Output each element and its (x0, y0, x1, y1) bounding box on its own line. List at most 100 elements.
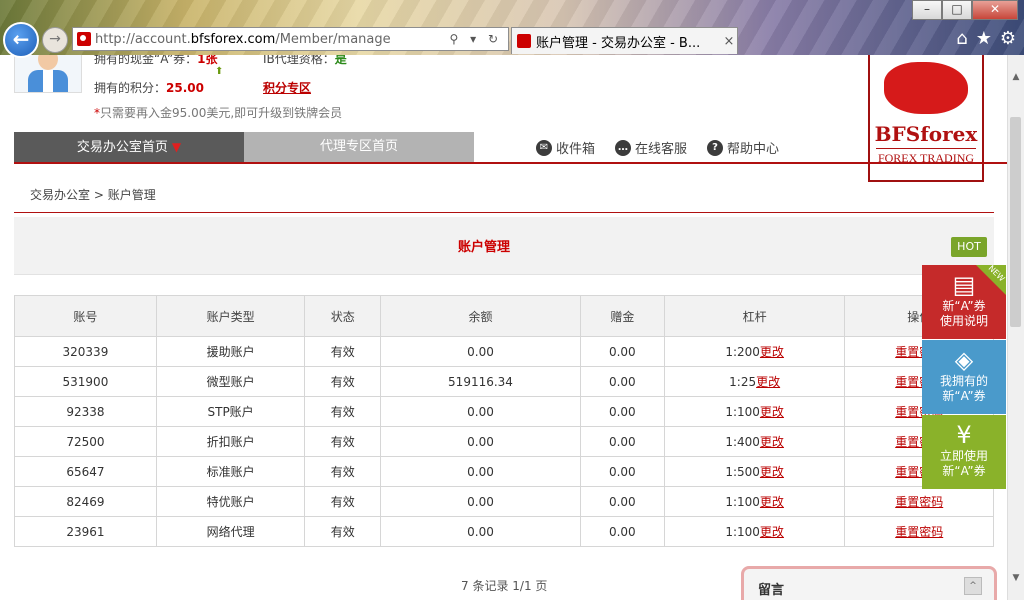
account-status: 有效 (304, 366, 382, 397)
help-link[interactable]: ? 帮助中心 (707, 138, 779, 157)
vertical-scrollbar[interactable]: ▲ ▼ (1007, 55, 1024, 600)
account-leverage: 1:100更改 (663, 486, 846, 517)
table-row: 23961 网络代理 有效 0.00 0.00 1:100更改 重置密码 (14, 516, 994, 547)
change-leverage-link[interactable]: 更改 (760, 465, 784, 479)
account-type: 网络代理 (155, 516, 306, 547)
change-leverage-link[interactable]: 更改 (760, 405, 784, 419)
maximize-button[interactable]: □ (942, 0, 972, 20)
gear-icon[interactable]: ⚙ (1000, 28, 1016, 49)
close-window-button[interactable]: ✕ (972, 0, 1018, 20)
voucher-info: 拥有的现金“A”券：1张 (94, 55, 218, 67)
chat-icon: … (615, 139, 632, 156)
account-type: 标准账户 (155, 456, 306, 487)
avatar (14, 55, 82, 93)
scrollbar-thumb[interactable] (1010, 117, 1021, 327)
use-voucher-button[interactable]: ¥ 立即使用 新“A”券 (922, 415, 1006, 489)
inbox-link[interactable]: ✉ 收件箱 (536, 138, 595, 157)
col-leverage: 杠杆 (663, 295, 846, 337)
account-number: 23961 (14, 516, 157, 547)
account-status: 有效 (304, 396, 382, 427)
account-bonus: 0.00 (579, 486, 665, 517)
hot-badge: HOT (951, 237, 987, 257)
table-row: 82469 特优账户 有效 0.00 0.00 1:100更改 重置密码 (14, 486, 994, 517)
reset-password-link[interactable]: 重置密码 (895, 495, 943, 509)
url-text[interactable]: http://account.bfsforex.com/Member/manag… (95, 32, 450, 47)
col-account: 账号 (14, 295, 157, 337)
account-leverage: 1:200更改 (663, 336, 846, 367)
account-leverage: 1:500更改 (663, 456, 846, 487)
account-type: 折扣账户 (155, 426, 306, 457)
divider (14, 212, 994, 213)
main-nav: 交易办公室首页 ▼ 代理专区首页 ✉ 收件箱 … 在线客服 ? 帮助中心 (14, 132, 1008, 164)
table-row: 72500 折扣账户 有效 0.00 0.00 1:400更改 重置密码 (14, 426, 994, 457)
account-status: 有效 (304, 336, 382, 367)
home-icon[interactable]: ⌂ (956, 28, 967, 49)
browser-tab[interactable]: 账户管理 - 交易办公室 - B... × (511, 27, 738, 54)
account-status: 有效 (304, 456, 382, 487)
nav-links: ✉ 收件箱 … 在线客服 ? 帮助中心 (536, 138, 779, 157)
page-content: 拥有的现金“A”券：1张 ⬆ IB代理资格：是 拥有的积分：25.00 积分专区… (0, 55, 1008, 600)
minimize-button[interactable]: – (912, 0, 942, 20)
account-type: 特优账户 (155, 486, 306, 517)
window-controls: – □ ✕ (912, 0, 1018, 20)
accounts-table: 账号 账户类型 状态 余额 赠金 杠杆 操作 320339 援助账户 有效 0.… (14, 295, 994, 547)
account-balance: 0.00 (380, 486, 581, 517)
message-box[interactable]: 留言 ^ (741, 566, 997, 600)
bull-logo-icon (884, 62, 968, 114)
account-number: 65647 (14, 456, 157, 487)
change-leverage-link[interactable]: 更改 (760, 495, 784, 509)
message-box-label: 留言 (758, 583, 785, 598)
voucher-guide-button[interactable]: NEW ▤ 新“A”券 使用说明 (922, 264, 1006, 339)
star-icon[interactable]: ★ (976, 28, 992, 49)
account-leverage: 1:400更改 (663, 426, 846, 457)
my-vouchers-button[interactable]: ◈ 我拥有的 新“A”券 (922, 340, 1006, 414)
account-type: STP账户 (155, 396, 306, 427)
tag-icon: ◈ (954, 346, 974, 374)
account-bonus: 0.00 (579, 426, 665, 457)
close-tab-button[interactable]: × (721, 34, 737, 49)
reset-password-link[interactable]: 重置密码 (895, 525, 943, 539)
browser-toolbar-icons: ⌂ ★ ⚙ (956, 28, 1016, 49)
new-badge: NEW (976, 264, 1006, 295)
account-balance: 519116.34 (380, 366, 581, 397)
account-number: 531900 (14, 366, 157, 397)
address-bar[interactable]: http://account.bfsforex.com/Member/manag… (72, 27, 509, 51)
table-header-row: 账号 账户类型 状态 余额 赠金 杠杆 操作 (14, 295, 994, 337)
account-number: 92338 (14, 396, 157, 427)
table-row: 531900 微型账户 有效 519116.34 0.00 1:25更改 重置密… (14, 366, 994, 397)
tab-favicon-icon (517, 34, 531, 48)
change-leverage-link[interactable]: 更改 (760, 345, 784, 359)
account-type: 微型账户 (155, 366, 306, 397)
scroll-down-icon[interactable]: ▼ (1008, 570, 1024, 586)
ib-info: IB代理资格：是 (263, 55, 347, 66)
address-tools[interactable]: ⚲ ▾ ↻ (450, 32, 509, 46)
account-action: 重置密码 (844, 486, 994, 517)
account-status: 有效 (304, 426, 382, 457)
pagination-info: 7 条记录 1/1 页 (461, 579, 548, 593)
support-link[interactable]: … 在线客服 (615, 138, 687, 157)
account-leverage: 1:100更改 (663, 396, 846, 427)
title-panel: 账户管理 (14, 217, 994, 275)
collapse-button[interactable]: ^ (964, 577, 982, 595)
col-balance: 余额 (380, 295, 581, 337)
points-zone-link[interactable]: 积分专区 (263, 79, 311, 96)
arrow-right-icon: → (49, 31, 61, 47)
col-status: 状态 (304, 295, 382, 337)
yen-coin-icon: ¥ (956, 421, 972, 449)
col-type: 账户类型 (155, 295, 306, 337)
breadcrumb-root[interactable]: 交易办公室 (30, 188, 90, 202)
change-leverage-link[interactable]: 更改 (760, 435, 784, 449)
account-balance: 0.00 (380, 426, 581, 457)
forward-button[interactable]: → (42, 27, 68, 53)
account-bonus: 0.00 (579, 456, 665, 487)
account-number: 320339 (14, 336, 157, 367)
tab-agent-home[interactable]: 代理专区首页 (244, 132, 474, 162)
change-leverage-link[interactable]: 更改 (760, 525, 784, 539)
change-leverage-link[interactable]: 更改 (756, 375, 780, 389)
scroll-up-icon[interactable]: ▲ (1008, 69, 1024, 85)
arrow-left-icon: ← (12, 27, 30, 51)
account-balance: 0.00 (380, 456, 581, 487)
mail-icon: ✉ (536, 139, 552, 156)
back-button[interactable]: ← (3, 22, 39, 58)
tab-office-home[interactable]: 交易办公室首页 ▼ (14, 132, 244, 162)
